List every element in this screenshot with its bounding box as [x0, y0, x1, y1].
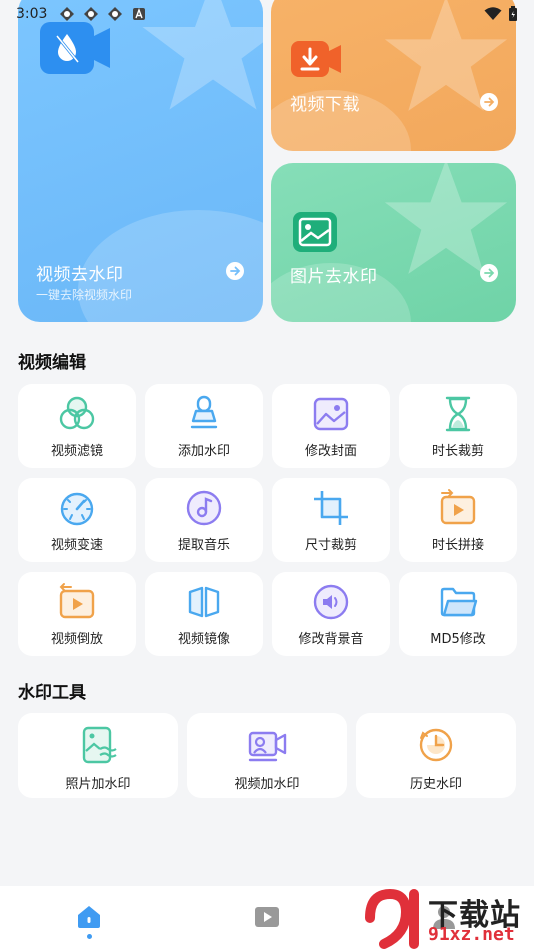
card-title: 视频去水印	[36, 265, 124, 285]
video-camera-icon	[40, 22, 112, 82]
tile-label: 时长拼接	[431, 538, 484, 553]
video-reverse-icon	[57, 582, 97, 622]
image-icon	[311, 394, 351, 434]
tile-duration-trim[interactable]: 时长裁剪	[399, 384, 517, 468]
tile-label: 照片加水印	[65, 777, 131, 792]
tile-label: 添加水印	[177, 444, 230, 459]
logo-url: 91xz.net	[428, 924, 515, 945]
image-remove-watermark-card[interactable]: 图片去水印	[271, 163, 516, 322]
tile-label: 视频变速	[50, 538, 103, 553]
tile-md5-modify[interactable]: MD5修改	[399, 572, 517, 656]
tile-label: 时长裁剪	[431, 444, 484, 459]
arrow-right-icon[interactable]	[480, 264, 498, 282]
filter-icon	[57, 394, 97, 434]
notification-a-icon	[133, 8, 146, 20]
section-title-watermark-tools: 水印工具	[18, 683, 86, 703]
card-subtitle: 一键去除视频水印	[36, 288, 133, 302]
tile-modify-bg-audio[interactable]: 修改背景音	[272, 572, 390, 656]
tile-extract-music[interactable]: 提取音乐	[145, 478, 263, 562]
hourglass-icon	[438, 394, 478, 434]
music-disc-icon	[184, 488, 224, 528]
nav-video[interactable]	[253, 904, 281, 930]
tile-video-filter[interactable]: 视频滤镜	[18, 384, 136, 468]
arrow-right-icon[interactable]	[226, 262, 244, 280]
wifi-icon	[484, 7, 502, 20]
card-title: 图片去水印	[290, 267, 378, 287]
crop-icon	[311, 488, 351, 528]
status-time: 3:03	[16, 6, 48, 22]
tile-video-speed[interactable]: 视频变速	[18, 478, 136, 562]
history-icon	[416, 725, 456, 765]
card-title: 视频下载	[290, 95, 360, 115]
tile-label: 历史水印	[409, 777, 462, 792]
tile-video-reverse[interactable]: 视频倒放	[18, 572, 136, 656]
logo-91-icon	[365, 888, 419, 949]
tile-history-watermark[interactable]: 历史水印	[356, 713, 516, 798]
status-bar: 3:03	[0, 0, 534, 28]
video-remove-watermark-card[interactable]: 视频去水印 一键去除视频水印	[18, 0, 263, 322]
tile-label: 视频镜像	[177, 632, 230, 647]
tile-label: 视频加水印	[234, 777, 300, 792]
nav-home[interactable]	[75, 904, 103, 939]
picture-icon	[293, 212, 337, 256]
tile-label: 视频倒放	[50, 632, 103, 647]
tile-add-watermark[interactable]: 添加水印	[145, 384, 263, 468]
folder-icon	[438, 582, 478, 622]
notification-icon	[84, 7, 99, 21]
speedometer-icon	[57, 488, 97, 528]
section-title-video-edit: 视频编辑	[18, 353, 86, 373]
battery-icon	[509, 6, 517, 21]
tile-label: 尺寸裁剪	[304, 538, 357, 553]
photo-watermark-icon	[78, 725, 118, 765]
tile-label: 视频滤镜	[50, 444, 103, 459]
tile-video-add-watermark[interactable]: 视频加水印	[187, 713, 347, 798]
tile-video-mirror[interactable]: 视频镜像	[145, 572, 263, 656]
video-download-icon	[291, 41, 341, 83]
tile-label: 提取音乐	[177, 538, 230, 553]
mirror-icon	[184, 582, 224, 622]
play-icon	[255, 907, 279, 927]
tile-size-crop[interactable]: 尺寸裁剪	[272, 478, 390, 562]
stamp-icon	[184, 394, 224, 434]
video-join-icon	[438, 488, 478, 528]
tile-label: 修改背景音	[298, 632, 364, 647]
tile-modify-cover[interactable]: 修改封面	[272, 384, 390, 468]
volume-icon	[311, 582, 351, 622]
video-watermark-icon	[247, 725, 287, 765]
arrow-right-icon[interactable]	[480, 93, 498, 111]
active-indicator	[86, 934, 92, 939]
site-watermark-logo: 下载站 91xz.net	[362, 888, 534, 950]
tile-photo-add-watermark[interactable]: 照片加水印	[18, 713, 178, 798]
notification-icon	[60, 7, 75, 21]
home-icon	[78, 906, 100, 928]
tile-label: MD5修改	[430, 632, 486, 647]
tile-label: 修改封面	[304, 444, 357, 459]
tile-duration-join[interactable]: 时长拼接	[399, 478, 517, 562]
notification-icon	[108, 7, 123, 21]
